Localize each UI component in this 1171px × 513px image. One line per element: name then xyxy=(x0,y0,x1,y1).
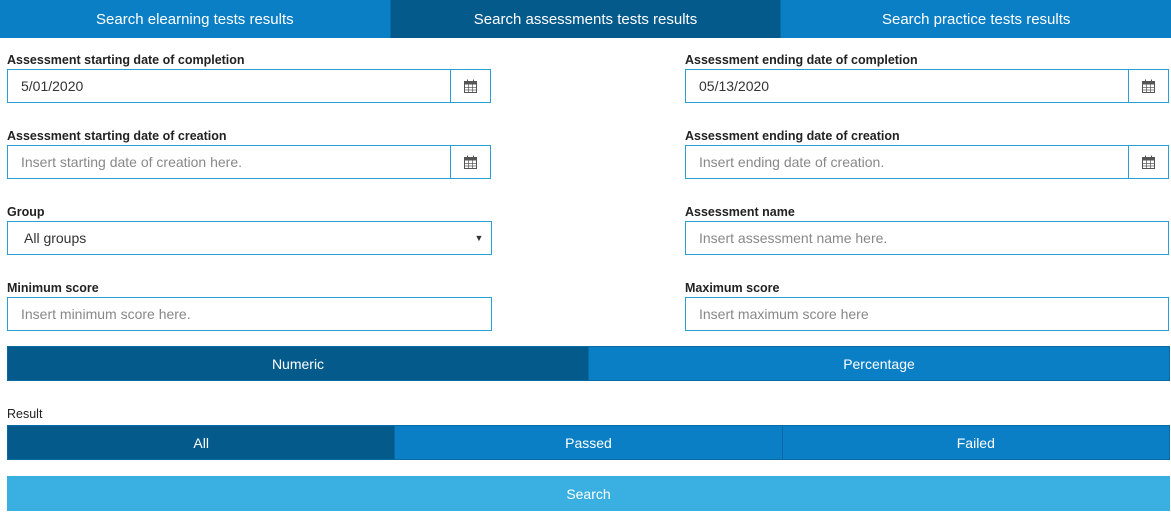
end-creation-placeholder[interactable]: Insert ending date of creation. xyxy=(686,154,1128,170)
start-completion-field: Assessment starting date of completion xyxy=(7,52,245,68)
start-completion-label: Assessment starting date of completion xyxy=(7,53,245,67)
start-completion-input[interactable]: 5/01/2020 xyxy=(7,69,491,103)
assessment-name-field: Assessment name xyxy=(685,204,795,220)
max-score-input[interactable]: Insert maximum score here xyxy=(685,297,1169,331)
min-score-input[interactable]: Insert minimum score here. xyxy=(7,297,492,331)
end-completion-field: Assessment ending date of completion xyxy=(685,52,918,68)
end-completion-input[interactable]: 05/13/2020 xyxy=(685,69,1169,103)
start-creation-input[interactable]: Insert starting date of creation here. xyxy=(7,145,491,179)
calendar-icon[interactable] xyxy=(1128,146,1168,178)
score-type-toggle: Numeric Percentage xyxy=(7,346,1170,381)
end-creation-label: Assessment ending date of creation xyxy=(685,129,900,143)
start-completion-value[interactable]: 5/01/2020 xyxy=(8,78,450,94)
search-button[interactable]: Search xyxy=(7,476,1170,511)
assessment-name-placeholder[interactable]: Insert assessment name here. xyxy=(686,230,1168,246)
start-creation-field: Assessment starting date of creation xyxy=(7,128,227,144)
end-completion-value[interactable]: 05/13/2020 xyxy=(686,78,1128,94)
caret-down-icon[interactable]: ▼ xyxy=(467,222,491,254)
calendar-icon[interactable] xyxy=(450,146,490,178)
result-label: Result xyxy=(7,407,43,421)
group-field: Group xyxy=(7,204,45,220)
score-type-numeric[interactable]: Numeric xyxy=(8,347,589,380)
result-toggle: All Passed Failed xyxy=(7,425,1170,460)
group-select[interactable]: All groups ▼ xyxy=(7,221,492,255)
tab-practice-results[interactable]: Search practice tests results xyxy=(781,0,1171,38)
result-all[interactable]: All xyxy=(8,426,396,459)
result-field: Result xyxy=(7,406,42,422)
group-label: Group xyxy=(7,205,45,219)
result-passed[interactable]: Passed xyxy=(395,426,783,459)
calendar-icon[interactable] xyxy=(450,70,490,102)
end-creation-field: Assessment ending date of creation xyxy=(685,128,900,144)
max-score-field: Maximum score xyxy=(685,280,779,296)
tab-assessments-results[interactable]: Search assessments tests results xyxy=(390,0,782,38)
assessment-name-input[interactable]: Insert assessment name here. xyxy=(685,221,1169,255)
score-type-percentage[interactable]: Percentage xyxy=(589,347,1169,380)
start-creation-placeholder[interactable]: Insert starting date of creation here. xyxy=(8,154,450,170)
group-selected-value[interactable]: All groups xyxy=(8,230,467,246)
max-score-placeholder[interactable]: Insert maximum score here xyxy=(686,306,1168,322)
min-score-field: Minimum score xyxy=(7,280,99,296)
assessment-name-label: Assessment name xyxy=(685,205,795,219)
min-score-label: Minimum score xyxy=(7,281,99,295)
min-score-placeholder[interactable]: Insert minimum score here. xyxy=(8,306,491,322)
search-type-tabs: Search elearning tests results Search as… xyxy=(0,0,1171,38)
start-creation-label: Assessment starting date of creation xyxy=(7,129,227,143)
end-completion-label: Assessment ending date of completion xyxy=(685,53,918,67)
tab-elearning-results[interactable]: Search elearning tests results xyxy=(0,0,391,38)
end-creation-input[interactable]: Insert ending date of creation. xyxy=(685,145,1169,179)
max-score-label: Maximum score xyxy=(685,281,780,295)
calendar-icon[interactable] xyxy=(1128,70,1168,102)
result-failed[interactable]: Failed xyxy=(782,426,1169,459)
